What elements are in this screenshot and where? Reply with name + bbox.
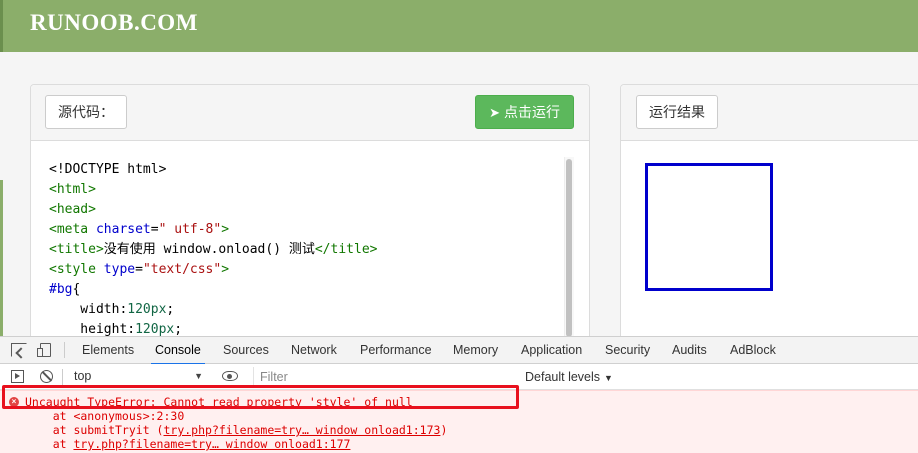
clear-console-icon[interactable] (40, 370, 53, 383)
source-code-label: 源代码： (45, 95, 127, 129)
source-panel-header: 源代码： ➤ 点击运行 (31, 85, 589, 141)
dropdown-caret-icon: ▼ (194, 371, 203, 381)
tab-console[interactable]: Console (151, 337, 205, 365)
tab-memory[interactable]: Memory (453, 337, 498, 364)
result-label: 运行结果 (636, 95, 718, 129)
result-panel-header: 运行结果 (621, 85, 918, 141)
result-square (645, 163, 773, 291)
editor-scrollbar-thumb[interactable] (566, 159, 572, 337)
stack-frame: at submitTryit (try.php?filename=try… wi… (25, 423, 448, 437)
run-button[interactable]: ➤ 点击运行 (475, 95, 574, 129)
devtools-panel: Elements Console Sources Network Performance… (0, 336, 918, 453)
code-line: #bg{ (49, 282, 81, 297)
tab-network[interactable]: Network (291, 337, 337, 364)
paper-plane-icon: ➤ (489, 105, 500, 120)
code-editor[interactable]: <!DOCTYPE html> <html> <head> <meta charset… (49, 160, 377, 340)
stack-frame-link[interactable]: try.php?filename=try… window onload1:173 (163, 423, 440, 437)
code-line: <meta charset=" utf-8"> (49, 222, 230, 237)
context-select[interactable]: top ▼ (66, 367, 208, 386)
live-expression-icon[interactable] (222, 371, 238, 381)
error-highlight-box (2, 385, 519, 409)
code-line: <!DOCTYPE html> (49, 162, 167, 177)
code-line: <head> (49, 202, 96, 217)
source-code-panel: 源代码： ➤ 点击运行 <!DOCTYPE html> <html> <head> <m… (30, 84, 590, 344)
device-toolbar-icon[interactable] (37, 343, 53, 357)
code-line: <title>没有使用 window.onload() 测试</title> (49, 242, 378, 257)
stack-frame-link[interactable]: try.php?filename=try… window onload1:177 (73, 437, 350, 451)
show-sidebar-icon[interactable] (11, 370, 24, 383)
tab-separator (64, 342, 65, 358)
console-filter-input[interactable]: Filter (253, 367, 513, 387)
levels-caret-icon: ▼ (604, 373, 613, 383)
tab-adblock[interactable]: AdBlock (730, 337, 776, 364)
tab-sources[interactable]: Sources (223, 337, 269, 364)
log-levels-select[interactable]: Default levels ▼ (525, 367, 613, 388)
devtools-tabbar: Elements Console Sources Network Performance… (0, 337, 918, 365)
code-line: <html> (49, 182, 96, 197)
left-edge-strip (0, 180, 3, 336)
tab-security[interactable]: Security (605, 337, 650, 364)
filter-separator (62, 369, 63, 385)
context-value: top (74, 369, 92, 383)
tab-elements[interactable]: Elements (82, 337, 134, 364)
stack-frame: at <anonymous>:2:30 (25, 409, 185, 423)
log-levels-label: Default levels (525, 370, 601, 384)
header-edge (0, 0, 3, 52)
code-line: <style type="text/css"> (49, 262, 230, 277)
site-header: RUNOOB.COM (0, 0, 918, 52)
code-line: width:120px; (49, 302, 175, 317)
site-logo[interactable]: RUNOOB.COM (30, 10, 198, 36)
inspect-element-icon[interactable] (11, 343, 27, 357)
result-panel: 运行结果 (620, 84, 918, 344)
run-button-label: 点击运行 (504, 104, 560, 120)
tab-performance[interactable]: Performance (360, 337, 432, 364)
tab-audits[interactable]: Audits (672, 337, 707, 364)
tab-application[interactable]: Application (521, 337, 582, 364)
stack-frame: at try.php?filename=try… window onload1:… (25, 437, 351, 451)
